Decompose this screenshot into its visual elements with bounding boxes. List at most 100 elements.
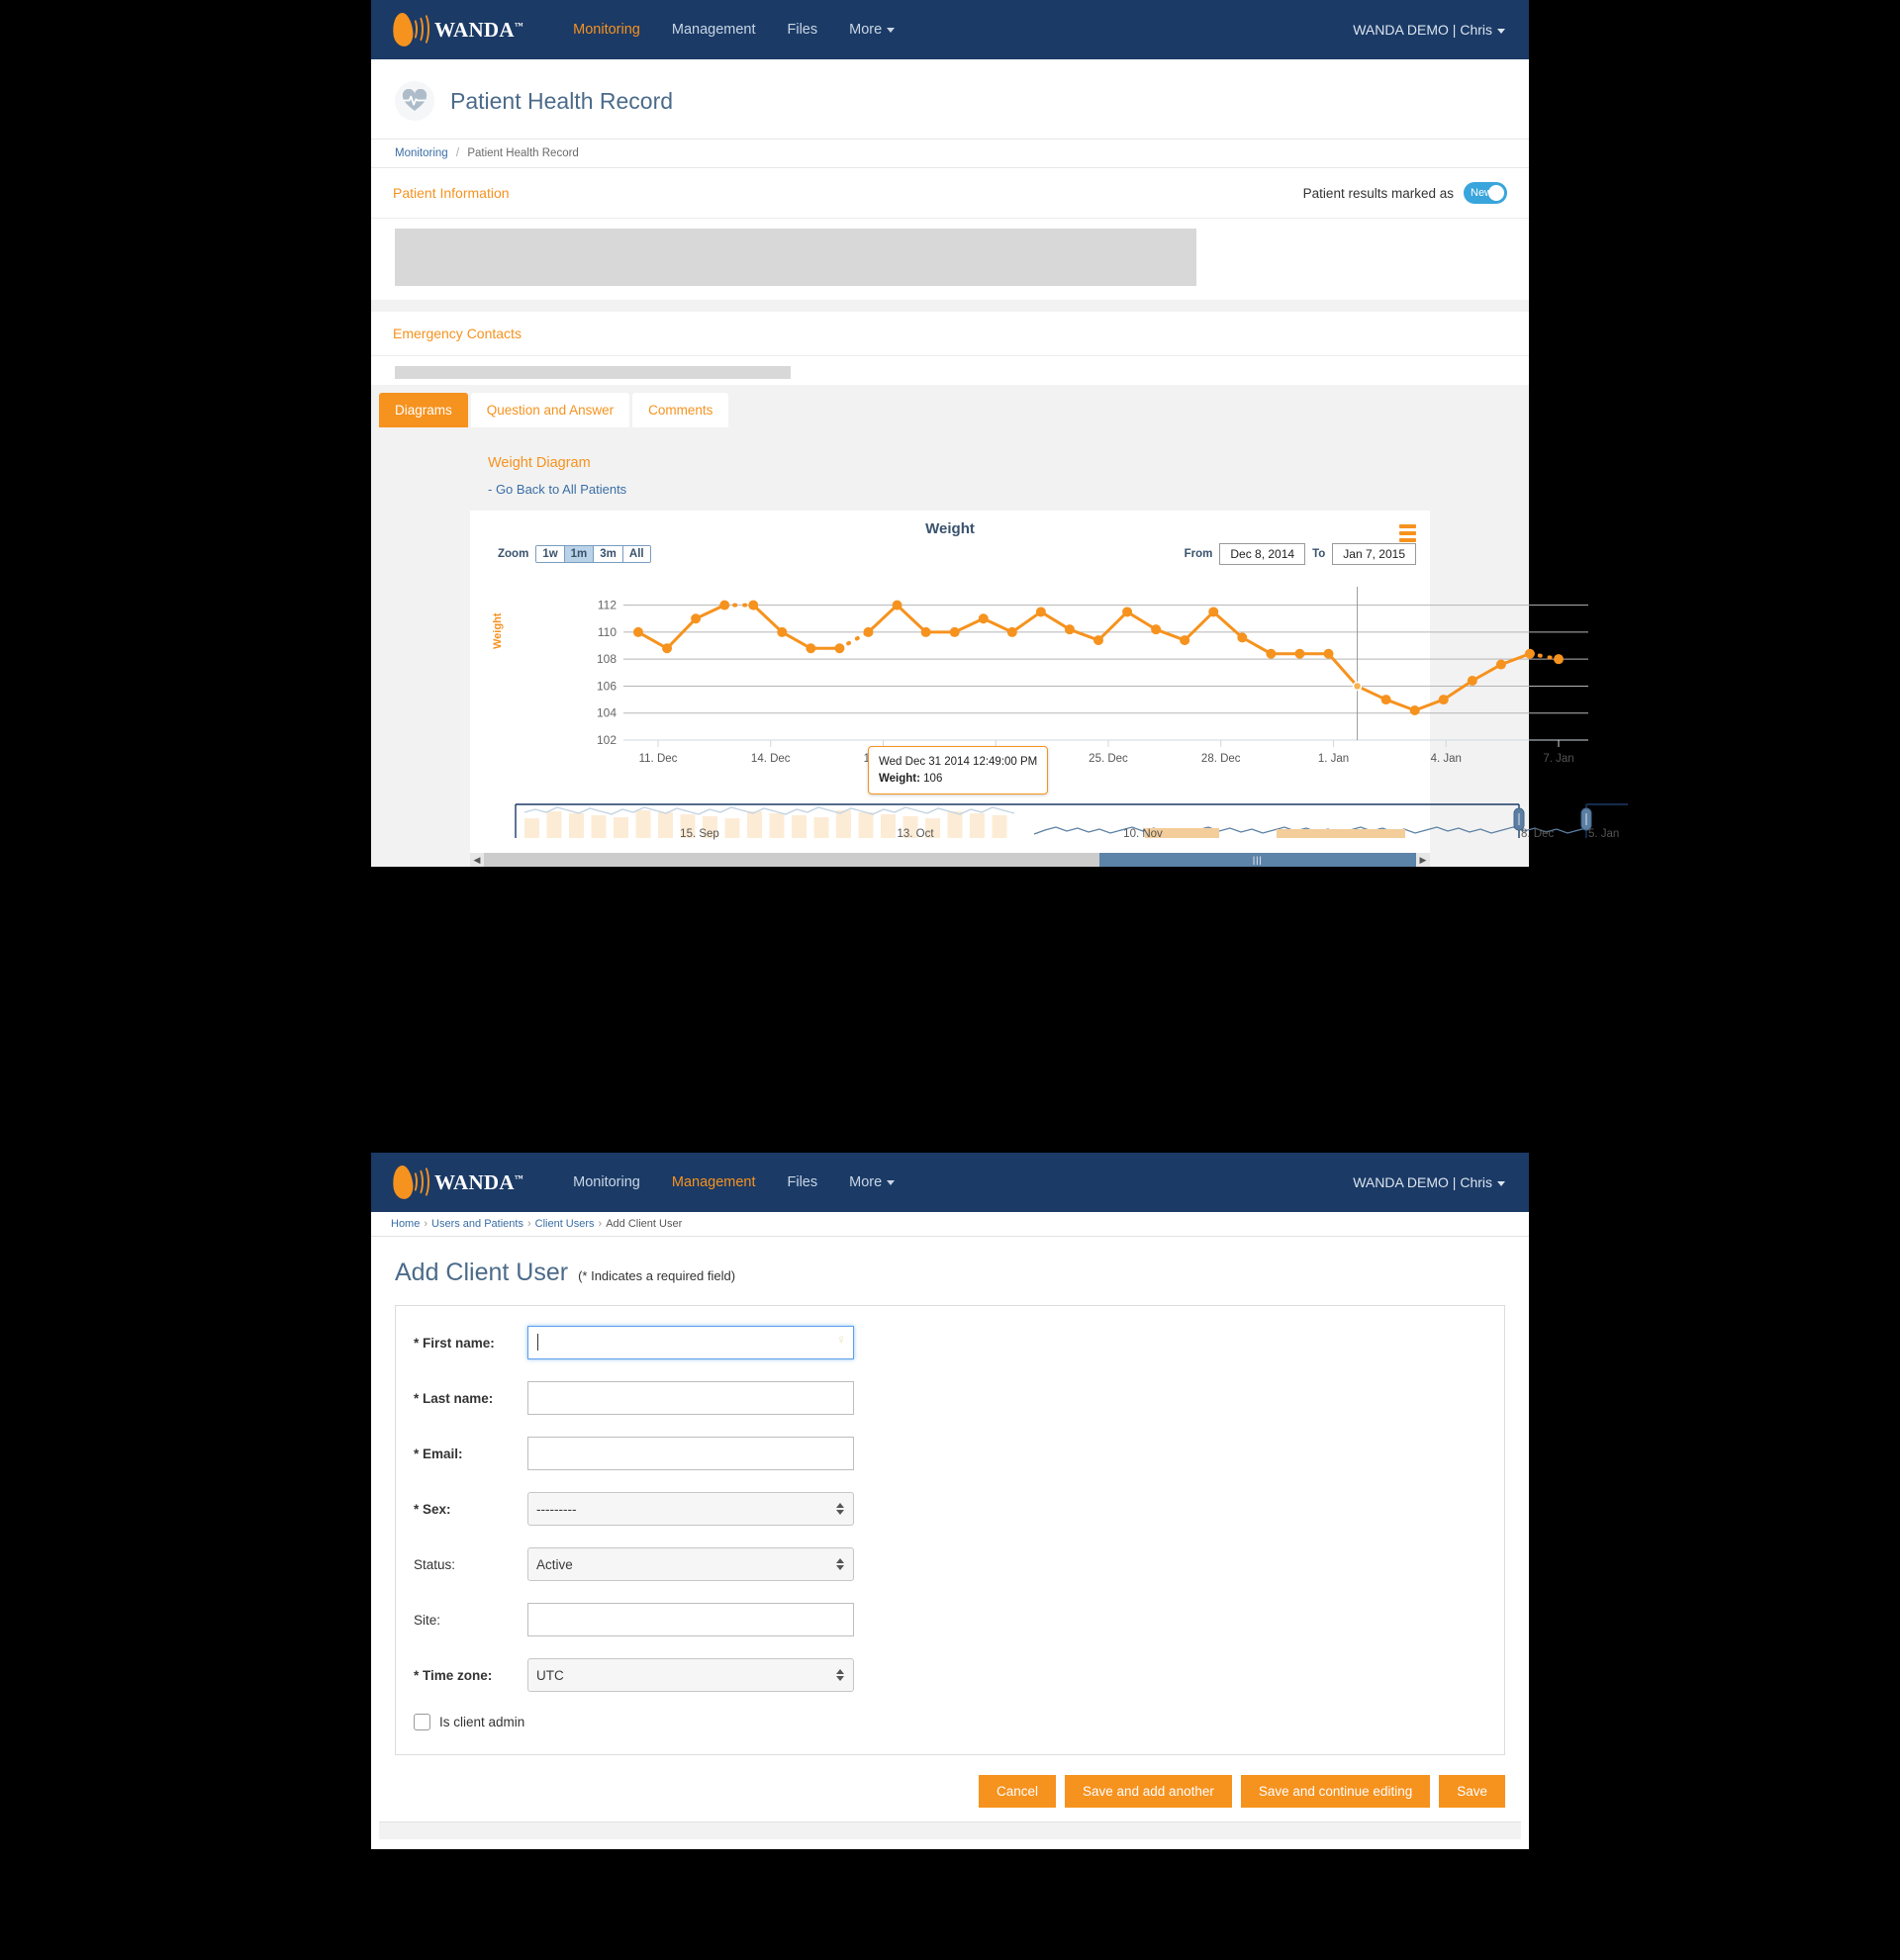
zoom-button-3m[interactable]: 3m — [594, 546, 623, 562]
field-row-site: Site: — [414, 1603, 1486, 1636]
label-last-name: * Last name: — [414, 1390, 494, 1406]
key-icon[interactable]: ♀ — [836, 1332, 846, 1347]
zoom-button-all[interactable]: All — [622, 546, 650, 562]
sex-select[interactable]: --------- — [527, 1492, 854, 1526]
email-input[interactable] — [527, 1437, 854, 1470]
breadcrumb-link-users-and-patients[interactable]: Users and Patients — [431, 1218, 523, 1230]
save-and-continue-editing-button[interactable]: Save and continue editing — [1240, 1775, 1431, 1808]
chart-navigator[interactable]: 15. Sep 13. Oct 10. Nov 8. Dec 5. Jan — [470, 798, 1628, 845]
hamburger-icon[interactable] — [1399, 524, 1416, 545]
first-name-input[interactable] — [527, 1326, 854, 1359]
from-date-input[interactable]: Dec 8, 2014 — [1219, 543, 1306, 565]
time-zone-select[interactable]: UTC — [527, 1658, 854, 1692]
save-and-add-another-button[interactable]: Save and add another — [1064, 1775, 1232, 1808]
svg-text:108: 108 — [597, 652, 617, 666]
nav-item-files[interactable]: Files — [772, 14, 834, 46]
wanda-logo[interactable]: WANDA™ — [391, 11, 524, 48]
nav-item-more[interactable]: More — [833, 1167, 910, 1198]
svg-text:106: 106 — [597, 679, 617, 693]
breadcrumb-current-2: Add Client User — [606, 1218, 683, 1230]
breadcrumb-current: Patient Health Record — [467, 147, 579, 159]
cancel-button[interactable]: Cancel — [978, 1775, 1056, 1808]
nav-item-files[interactable]: Files — [772, 1167, 834, 1198]
is-client-admin-checkbox[interactable] — [414, 1714, 430, 1730]
account-menu[interactable]: WANDA DEMO | Chris — [1353, 22, 1505, 38]
label-email: * Email: — [414, 1446, 463, 1461]
nav-item-monitoring[interactable]: Monitoring — [557, 1167, 656, 1198]
tab-question-and-answer[interactable]: Question and Answer — [470, 393, 630, 427]
svg-text:14. Dec: 14. Dec — [751, 753, 791, 765]
scrollbar-right-arrow[interactable]: ▶ — [1416, 855, 1430, 866]
flame-logo-icon — [391, 1164, 429, 1201]
chevron-down-icon — [1497, 1180, 1505, 1186]
from-label: From — [1184, 548, 1213, 560]
select-spinner-icon — [836, 1558, 844, 1570]
svg-text:112: 112 — [598, 599, 617, 612]
svg-text:15. Sep: 15. Sep — [680, 828, 719, 840]
go-back-to-all-patients-link[interactable]: - Go Back to All Patients — [488, 482, 626, 497]
tooltip-date: Wed Dec 31 2014 12:49:00 PM — [879, 756, 1038, 768]
select-spinner-icon — [836, 1669, 844, 1681]
patient-information-header: Patient Information Patient results mark… — [371, 168, 1529, 219]
text-cursor — [537, 1334, 538, 1351]
time-zone-select-value: UTC — [536, 1667, 564, 1683]
breadcrumb: Monitoring / Patient Health Record — [371, 139, 1529, 168]
top-navbar: WANDA™ Monitoring Management Files More … — [371, 0, 1529, 59]
weight-diagram-header: Weight Diagram - Go Back to All Patients — [470, 441, 1430, 511]
add-client-user-form: * First name: ♀ * Last name: * Email: * … — [395, 1305, 1505, 1755]
nav-item-management[interactable]: Management — [656, 14, 772, 46]
tab-comments[interactable]: Comments — [632, 393, 729, 427]
chevron-down-icon — [887, 27, 896, 33]
wanda-logo-2[interactable]: WANDA™ — [391, 1164, 523, 1201]
scrollbar-thumb[interactable]: ||| — [1098, 853, 1416, 867]
field-row-last-name: * Last name: — [414, 1381, 1486, 1415]
nav-item-management[interactable]: Management — [656, 1167, 772, 1198]
primary-nav: Monitoring Management Files More — [557, 14, 910, 46]
field-row-status: Status: Active — [414, 1547, 1486, 1581]
svg-text:102: 102 — [597, 733, 617, 747]
breadcrumb-link-monitoring[interactable]: Monitoring — [395, 147, 448, 159]
breadcrumb-link-client-users[interactable]: Client Users — [535, 1218, 595, 1230]
field-row-time-zone: * Time zone: UTC — [414, 1658, 1486, 1692]
label-time-zone: * Time zone: — [414, 1667, 493, 1683]
field-row-email: * Email: — [414, 1437, 1486, 1470]
zoom-button-1m[interactable]: 1m — [564, 546, 595, 562]
form-title: Add Client User — [395, 1259, 569, 1286]
save-button[interactable]: Save — [1439, 1775, 1505, 1808]
new-status-toggle[interactable]: New — [1464, 182, 1507, 204]
svg-text:13. Oct: 13. Oct — [897, 828, 934, 840]
svg-text:110: 110 — [598, 625, 617, 639]
site-input[interactable] — [527, 1603, 854, 1636]
svg-text:7. Jan: 7. Jan — [1543, 753, 1573, 765]
svg-text:1. Jan: 1. Jan — [1318, 753, 1349, 765]
last-name-input[interactable] — [527, 1381, 854, 1415]
weight-diagram-title: Weight Diagram — [488, 455, 591, 471]
svg-text:11. Dec: 11. Dec — [639, 753, 678, 765]
footer-bar — [379, 1821, 1521, 1839]
to-date-input[interactable]: Jan 7, 2015 — [1332, 543, 1416, 565]
account-menu-2[interactable]: WANDA DEMO | Chris — [1353, 1174, 1505, 1190]
breadcrumb-link-home[interactable]: Home — [391, 1218, 420, 1230]
nav-item-monitoring[interactable]: Monitoring — [557, 14, 656, 46]
brand-name: WANDA™ — [434, 17, 524, 42]
tooltip-metric-label: Weight: — [879, 772, 920, 785]
nav-item-more[interactable]: More — [833, 14, 910, 46]
zoom-button-1w[interactable]: 1w — [536, 546, 565, 562]
field-row-sex: * Sex: --------- — [414, 1492, 1486, 1526]
date-range-control: From Dec 8, 2014 To Jan 7, 2015 — [1185, 543, 1416, 565]
results-marked-label: Patient results marked as — [1302, 185, 1454, 201]
is-client-admin-row[interactable]: Is client admin — [414, 1714, 1486, 1730]
scrollbar-left-arrow[interactable]: ◀ — [470, 855, 484, 866]
svg-text:4. Jan: 4. Jan — [1431, 753, 1462, 765]
patient-information-title: Patient Information — [393, 185, 510, 201]
chart-scrollbar[interactable]: ◀ ||| ▶ — [470, 853, 1430, 867]
svg-text:104: 104 — [597, 706, 617, 720]
tooltip-metric-value: 106 — [923, 772, 943, 785]
emergency-contacts-body — [371, 356, 1529, 385]
scrollbar-track[interactable]: ||| — [484, 853, 1416, 867]
tab-diagrams[interactable]: Diagrams — [379, 393, 468, 427]
section-divider — [371, 300, 1529, 312]
status-select[interactable]: Active — [527, 1547, 854, 1581]
emergency-contacts-title: Emergency Contacts — [393, 326, 522, 341]
zoom-label: Zoom — [498, 548, 529, 560]
